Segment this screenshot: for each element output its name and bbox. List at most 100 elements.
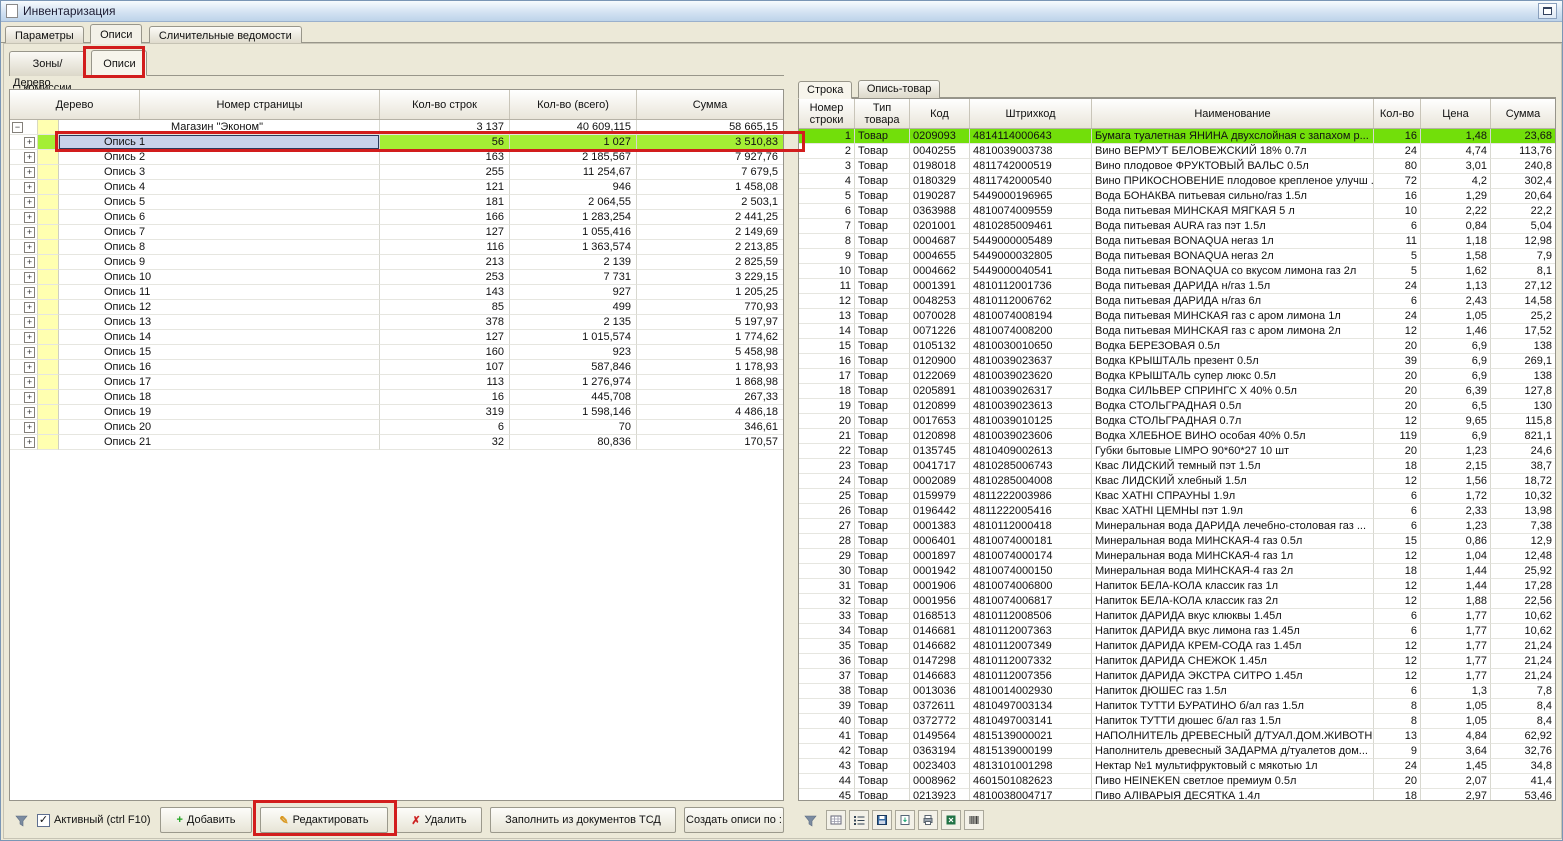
item-row[interactable]: 28Товар00064014810074000181Минеральная в…	[799, 534, 1555, 549]
tree-row[interactable]: +Опись 51812 064,552 503,1	[10, 195, 783, 210]
tree-row[interactable]: +Опись 213280,836170,57	[10, 435, 783, 450]
item-row[interactable]: 20Товар00176534810039010125Водка СТОЛЬГР…	[799, 414, 1555, 429]
tree-row[interactable]: +Опись 61661 283,2542 441,25	[10, 210, 783, 225]
item-row[interactable]: 4Товар01803294811742000540Вино ПРИКОСНОВ…	[799, 174, 1555, 189]
expand-icon[interactable]: +	[24, 302, 35, 313]
tab-parametry[interactable]: Параметры	[5, 26, 84, 44]
subtab-opis-tovar[interactable]: Опись-товар	[858, 80, 941, 98]
item-row[interactable]: 24Товар00020894810285004008Квас ЛИДСКИЙ …	[799, 474, 1555, 489]
item-row[interactable]: 9Товар00046555449000032805Вода питьевая …	[799, 249, 1555, 264]
column-header-summa[interactable]: Сумма	[637, 90, 783, 119]
expand-icon[interactable]: +	[24, 362, 35, 373]
subtab-stroka[interactable]: Строка	[798, 81, 852, 99]
column-header-kolvo-strok[interactable]: Кол-во строк	[380, 90, 510, 119]
tree-row[interactable]: +Опись 1816445,708267,33	[10, 390, 783, 405]
expand-icon[interactable]: +	[24, 437, 35, 448]
expand-icon[interactable]: +	[24, 392, 35, 403]
column-header-kolvo[interactable]: Кол-во	[1374, 99, 1421, 128]
tab-opisi[interactable]: Описи	[90, 24, 142, 44]
tree-row[interactable]: +Опись 16107587,8461 178,93	[10, 360, 783, 375]
column-header-shtrihkod[interactable]: Штрихкод	[970, 99, 1092, 128]
item-row[interactable]: 45Товар02139234810038004717Пиво АЛІВАРЫЯ…	[799, 789, 1555, 801]
item-row[interactable]: 3Товар01980184811742000519Вино плодовое …	[799, 159, 1555, 174]
expand-icon[interactable]: +	[24, 332, 35, 343]
delete-button[interactable]: ✗ Удалить	[396, 807, 482, 833]
column-header-kolvo-vsego[interactable]: Кол-во (всего)	[510, 90, 637, 119]
item-row[interactable]: 36Товар01472984810112007332Напиток ДАРИД…	[799, 654, 1555, 669]
active-checkbox[interactable]: ✓ Активный (ctrl F10)	[37, 814, 152, 827]
expand-icon[interactable]: +	[24, 152, 35, 163]
item-row[interactable]: 19Товар01208994810039023613Водка СТОЛЬГР…	[799, 399, 1555, 414]
grid-view-button[interactable]	[826, 810, 846, 830]
item-row[interactable]: 16Товар01209004810039023637Водка КРЫШТАЛ…	[799, 354, 1555, 369]
column-header-tip-tovara[interactable]: Тип товара	[855, 99, 910, 128]
tree-row[interactable]: +Опись 1285499770,93	[10, 300, 783, 315]
item-row[interactable]: 35Товар01466824810112007349Напиток ДАРИД…	[799, 639, 1555, 654]
expand-icon[interactable]: +	[24, 257, 35, 268]
expand-icon[interactable]: +	[24, 287, 35, 298]
item-row[interactable]: 10Товар00046625449000040541Вода питьевая…	[799, 264, 1555, 279]
column-header-nomer-stranicy[interactable]: Номер страницы	[140, 90, 380, 119]
expand-icon[interactable]: +	[24, 212, 35, 223]
item-row[interactable]: 17Товар01220694810039023620Водка КРЫШТАЛ…	[799, 369, 1555, 384]
item-row[interactable]: 37Товар01466834810112007356Напиток ДАРИД…	[799, 669, 1555, 684]
create-by-button[interactable]: Создать описи по :	[684, 807, 784, 833]
column-header-kod[interactable]: Код	[910, 99, 970, 128]
fill-from-tsd-button[interactable]: Заполнить из документов ТСД	[490, 807, 676, 833]
expand-icon[interactable]: +	[24, 407, 35, 418]
expand-icon[interactable]: +	[24, 242, 35, 253]
item-row[interactable]: 12Товар00482534810112006762Вода питьевая…	[799, 294, 1555, 309]
item-row[interactable]: 18Товар02058914810039026317Водка СИЛЬВЕР…	[799, 384, 1555, 399]
item-row[interactable]: 6Товар03639884810074009559Вода питьевая …	[799, 204, 1555, 219]
item-row[interactable]: 33Товар01685134810112008506Напиток ДАРИД…	[799, 609, 1555, 624]
item-row[interactable]: 14Товар00712264810074008200Вода питьевая…	[799, 324, 1555, 339]
tree-row[interactable]: +Опись 21632 185,5677 927,76	[10, 150, 783, 165]
edit-button[interactable]: ✎ Редактировать	[260, 807, 388, 833]
tree-row[interactable]: +Опись 151609235 458,98	[10, 345, 783, 360]
save-button[interactable]	[872, 810, 892, 830]
expand-icon[interactable]: +	[24, 182, 35, 193]
item-row[interactable]: 27Товар00013834810112000418Минеральная в…	[799, 519, 1555, 534]
item-row[interactable]: 22Товар01357454810409002613Губки бытовые…	[799, 444, 1555, 459]
column-header-summa[interactable]: Сумма	[1491, 99, 1555, 128]
tree-row[interactable]: +Опись 20670346,61	[10, 420, 783, 435]
item-row[interactable]: 7Товар02010014810285009461Вода питьевая …	[799, 219, 1555, 234]
tree-row[interactable]: +Опись 133782 1355 197,97	[10, 315, 783, 330]
item-row[interactable]: 5Товар01902875449000196965Вода БОНАКВА п…	[799, 189, 1555, 204]
tree-row[interactable]: +Опись 81161 363,5742 213,85	[10, 240, 783, 255]
expand-icon[interactable]: +	[24, 347, 35, 358]
expand-icon[interactable]: +	[24, 227, 35, 238]
export-button[interactable]	[895, 810, 915, 830]
tree-row[interactable]: +Опись 1561 0273 510,83	[10, 135, 783, 150]
tree-row[interactable]: +Опись 141271 015,5741 774,62	[10, 330, 783, 345]
item-row[interactable]: 32Товар00019564810074006817Напиток БЕЛА-…	[799, 594, 1555, 609]
item-row[interactable]: 30Товар00019424810074000150Минеральная в…	[799, 564, 1555, 579]
item-row[interactable]: 26Товар01964424811222005416Квас ХАТНІ ЦЕ…	[799, 504, 1555, 519]
item-row[interactable]: 40Товар03727724810497003141Напиток ТУТТИ…	[799, 714, 1555, 729]
item-row[interactable]: 34Товар01466814810112007363Напиток ДАРИД…	[799, 624, 1555, 639]
item-row[interactable]: 15Товар01051324810030010650Водка БЕРЕЗОВ…	[799, 339, 1555, 354]
item-row[interactable]: 1Товар02090934814114000643Бумага туалетн…	[799, 129, 1555, 144]
tree-row[interactable]: +Опись 102537 7313 229,15	[10, 270, 783, 285]
item-row[interactable]: 44Товар00089624601501082623Пиво HEINEKEN…	[799, 774, 1555, 789]
item-row[interactable]: 29Товар00018974810074000174Минеральная в…	[799, 549, 1555, 564]
expand-icon[interactable]: +	[24, 377, 35, 388]
tree-row[interactable]: +Опись 41219461 458,08	[10, 180, 783, 195]
item-row[interactable]: 31Товар00019064810074006800Напиток БЕЛА-…	[799, 579, 1555, 594]
column-header-nomer-stroki[interactable]: Номер строки	[799, 99, 855, 128]
item-row[interactable]: 25Товар01599794811222003986Квас ХАТНІ СП…	[799, 489, 1555, 504]
collapse-icon[interactable]: −	[12, 122, 23, 133]
item-row[interactable]: 2Товар00402554810039003738Вино ВЕРМУТ БЕ…	[799, 144, 1555, 159]
tab-slichitelnye-vedomosti[interactable]: Сличительные ведомости	[149, 26, 302, 44]
expand-icon[interactable]: +	[24, 167, 35, 178]
expand-icon[interactable]: +	[24, 422, 35, 433]
tree-root-row[interactable]: −Магазин "Эконом"3 13740 609,11558 665,1…	[10, 120, 783, 135]
item-row[interactable]: 21Товар01208984810039023606Водка ХЛЕБНОЕ…	[799, 429, 1555, 444]
column-header-cena[interactable]: Цена	[1421, 99, 1491, 128]
item-row[interactable]: 42Товар03631944815139000199Наполнитель д…	[799, 744, 1555, 759]
item-row[interactable]: 41Товар01495644815139000021НАПОЛНИТЕЛЬ Д…	[799, 729, 1555, 744]
item-row[interactable]: 38Товар00130364810014002930Напиток ДЮШЕС…	[799, 684, 1555, 699]
column-header-naimenovanie[interactable]: Наименование	[1092, 99, 1374, 128]
expand-icon[interactable]: +	[24, 137, 35, 148]
add-button[interactable]: + Добавить	[160, 807, 252, 833]
